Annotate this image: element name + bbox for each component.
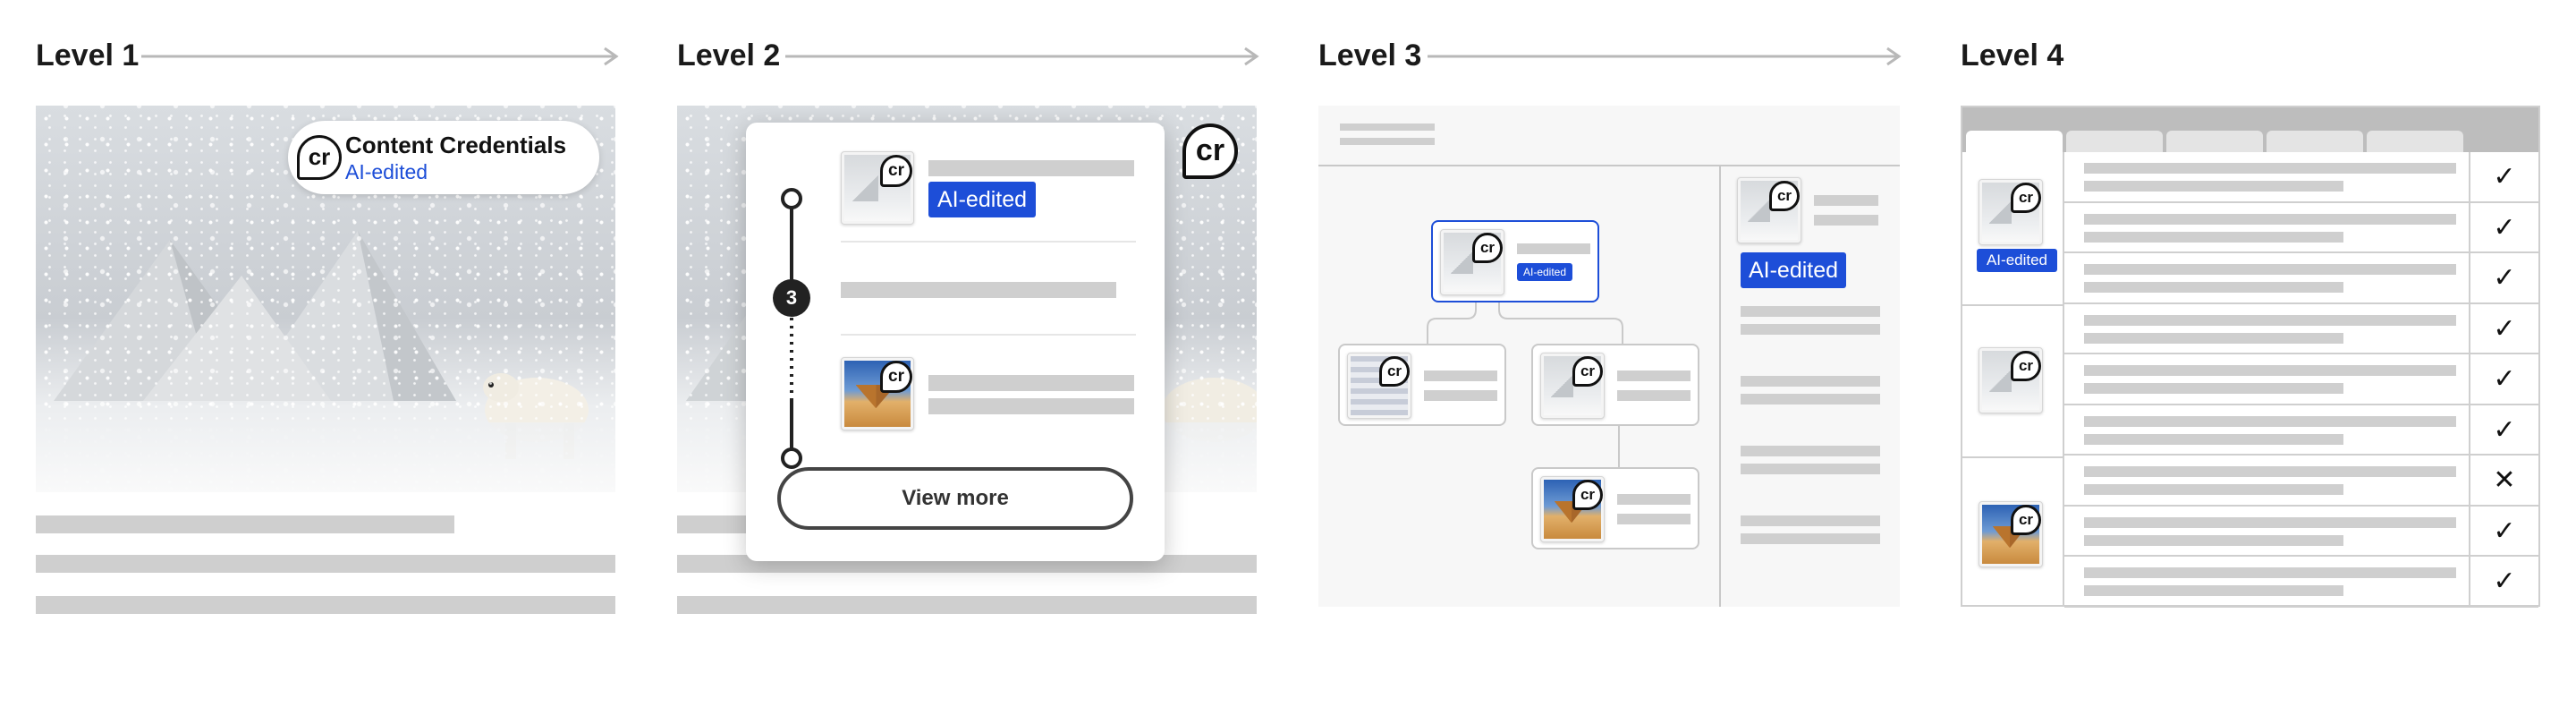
cr-icon: cr [880, 361, 912, 393]
check-icon: ✓ [2493, 212, 2516, 243]
table-row[interactable]: ✓ [2064, 152, 2538, 203]
level-4-title: Level 4 [1961, 38, 2064, 72]
level-3-title: Level 3 [1318, 38, 1422, 72]
table-row[interactable]: ✓ [2064, 507, 2538, 557]
text-placeholder [36, 515, 454, 533]
node-ingredient[interactable]: cr [1531, 344, 1699, 426]
tab-active[interactable] [1966, 131, 2063, 154]
cross-icon: ✕ [2493, 465, 2516, 496]
check-icon: ✓ [2493, 162, 2516, 192]
ai-edited-tag: AI-edited [1977, 249, 2057, 272]
level-3-app-window: cr AI-edited cr cr cr cr AI-edited [1318, 106, 1900, 607]
table-rows: ✓ ✓ ✓ ✓ ✓ ✓ ✕ ✓ ✓ [2064, 152, 2538, 608]
table-row[interactable]: ✓ [2064, 354, 2538, 405]
text-placeholder [928, 375, 1134, 391]
cr-icon: cr [1572, 480, 1603, 510]
text-placeholder [928, 398, 1134, 414]
text-placeholder [36, 596, 615, 614]
cr-icon: cr [1472, 233, 1503, 263]
cr-icon[interactable]: cr [1182, 124, 1238, 179]
cr-icon: cr [1379, 356, 1410, 387]
badge-title: Content Credentials [345, 132, 567, 158]
step-count-badge[interactable]: 3 [773, 279, 810, 317]
divider [841, 334, 1136, 336]
level-1-arrow [141, 47, 619, 66]
check-icon: ✓ [2493, 263, 2516, 294]
table-row[interactable]: ✓ [2064, 203, 2538, 253]
cr-icon: cr [297, 135, 342, 180]
divider [1719, 166, 1721, 607]
check-icon: ✓ [2493, 414, 2516, 445]
check-icon: ✓ [2493, 566, 2516, 597]
check-icon: ✓ [2493, 313, 2516, 344]
level-4-table: cr AI-edited cr cr ✓ ✓ ✓ ✓ ✓ ✓ ✕ ✓ ✓ [1961, 106, 2540, 608]
node-original[interactable]: cr [1531, 467, 1699, 549]
node-edited[interactable]: cr AI-edited [1431, 220, 1599, 302]
table-row[interactable]: ✓ [2064, 405, 2538, 456]
cr-icon: cr [2011, 183, 2041, 213]
cr-icon: cr [880, 155, 912, 187]
table-row[interactable]: ✕ [2064, 456, 2538, 507]
cr-icon: cr [1769, 181, 1800, 211]
badge-subtitle: AI-edited [345, 160, 428, 183]
check-icon: ✓ [2493, 515, 2516, 546]
table-row[interactable]: ✓ [2064, 557, 2538, 608]
cr-icon: cr [2011, 505, 2041, 535]
node-ingredient[interactable]: cr [1338, 344, 1506, 426]
content-credentials-badge[interactable]: cr Content Credentials AI-edited [288, 121, 599, 194]
check-icon: ✓ [2493, 364, 2516, 395]
level-2-title: Level 2 [677, 38, 781, 72]
table-row[interactable]: ✓ [2064, 304, 2538, 354]
level-2-arrow [785, 47, 1259, 66]
text-placeholder [36, 555, 615, 573]
tab[interactable] [2066, 131, 2163, 152]
divider [841, 241, 1136, 243]
text-placeholder [841, 282, 1116, 298]
cr-icon: cr [2011, 351, 2041, 381]
tab[interactable] [2166, 131, 2263, 152]
cr-icon: cr [1572, 356, 1603, 387]
provenance-popup: 3 cr AI-edited cr View more [746, 123, 1165, 561]
text-placeholder [677, 596, 1257, 614]
ai-edited-tag: AI-edited [928, 182, 1036, 217]
table-row[interactable]: ✓ [2064, 253, 2538, 304]
ai-edited-tag: AI-edited [1517, 263, 1572, 281]
view-more-button[interactable]: View more [777, 467, 1133, 530]
timeline [781, 188, 802, 469]
level-3-arrow [1428, 47, 1902, 66]
level-1-title: Level 1 [36, 38, 140, 72]
tab[interactable] [2267, 131, 2363, 152]
tab[interactable] [2367, 131, 2463, 152]
ai-edited-tag: AI-edited [1741, 252, 1846, 288]
text-placeholder [928, 160, 1134, 176]
